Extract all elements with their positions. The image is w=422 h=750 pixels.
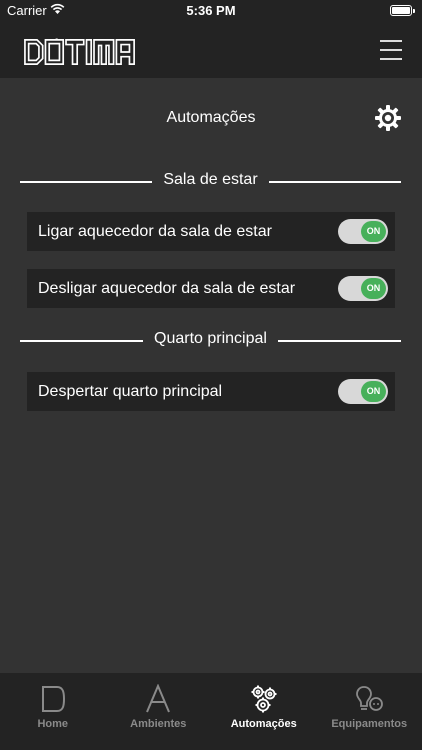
title-row: Automações xyxy=(0,78,422,158)
lightbulb-plug-icon xyxy=(356,686,384,711)
automation-label: Ligar aquecedor da sala de estar xyxy=(38,223,272,240)
battery-icon xyxy=(390,5,415,16)
toggle-knob: ON xyxy=(361,278,386,299)
section-header-quarto-principal: Quarto principal xyxy=(20,330,401,350)
section-header-sala-de-estar: Sala de estar xyxy=(20,171,401,191)
tab-ambientes[interactable]: Ambientes xyxy=(106,673,212,750)
automation-label: Despertar quarto principal xyxy=(38,383,223,400)
tab-equipamentos[interactable]: Equipamentos xyxy=(317,673,422,750)
tab-bar: Home Ambientes Automações Equipamentos xyxy=(0,673,422,750)
tab-label: Automações xyxy=(230,718,297,730)
automation-toggle[interactable]: ON xyxy=(338,379,388,404)
status-bar: Carrier 5:36 PM xyxy=(0,0,422,22)
automation-label: Desligar aquecedor da sala de estar xyxy=(38,280,296,297)
tab-label: Home xyxy=(37,718,69,730)
automation-toggle[interactable]: ON xyxy=(338,276,388,301)
battery-cap xyxy=(413,9,415,13)
menu-line xyxy=(380,49,402,51)
battery-fill xyxy=(392,7,410,14)
tab-label: Ambientes xyxy=(130,718,187,730)
automation-row[interactable]: Despertar quarto principal ON xyxy=(27,372,395,411)
menu-line xyxy=(380,58,402,60)
tab-automacoes[interactable]: Automações xyxy=(211,673,317,750)
hamburger-menu-icon xyxy=(380,40,402,42)
letter-a-icon xyxy=(146,684,171,713)
section-title: Quarto principal xyxy=(143,330,278,347)
menu-button[interactable] xyxy=(380,40,402,60)
section-title-wrap: Quarto principal xyxy=(20,330,401,348)
gears-icon xyxy=(251,685,277,713)
automation-toggle[interactable]: ON xyxy=(338,219,388,244)
otima-logo xyxy=(24,38,135,65)
home-icon xyxy=(41,686,65,712)
toggle-knob: ON xyxy=(361,381,386,402)
gear-icon xyxy=(375,105,401,131)
section-title-wrap: Sala de estar xyxy=(20,171,401,189)
page-title: Automações xyxy=(166,109,256,126)
section-title: Sala de estar xyxy=(152,171,269,188)
settings-button[interactable] xyxy=(374,104,402,132)
automation-row[interactable]: Desligar aquecedor da sala de estar ON xyxy=(27,269,395,308)
tab-home[interactable]: Home xyxy=(0,673,106,750)
tab-label: Equipamentos xyxy=(331,718,408,730)
toggle-knob: ON xyxy=(361,221,386,242)
app-header xyxy=(0,22,422,78)
clock: 5:36 PM xyxy=(186,3,236,18)
automation-row[interactable]: Ligar aquecedor da sala de estar ON xyxy=(27,212,395,251)
